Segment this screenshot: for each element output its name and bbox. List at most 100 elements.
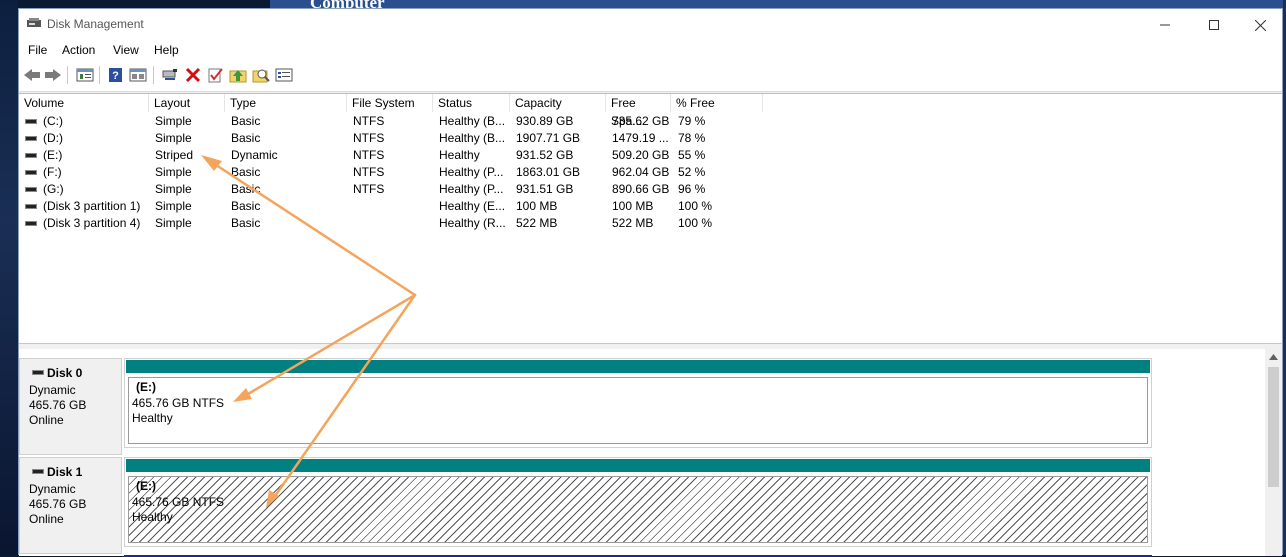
table-cell: Basic: [231, 114, 261, 128]
table-row[interactable]: (D:) Simple Basic NTFS Healthy (B... 1907.71 …: [19, 130, 1282, 147]
desktop-background-left: [0, 0, 18, 555]
table-cell: 890.66 GB: [612, 182, 670, 196]
column-header-percent-free[interactable]: % Free: [671, 94, 763, 112]
disk-0-partition-e[interactable]: (E:) 465.76 GB NTFS Healthy: [128, 377, 1148, 444]
disk-0-state: Online: [29, 413, 64, 427]
scrollbar-thumb[interactable]: [1268, 367, 1279, 487]
table-cell: (C:): [43, 114, 63, 128]
disk-management-window: Disk Management File Action View Help ? …: [18, 8, 1283, 557]
toolbar-separator: [67, 66, 68, 84]
table-cell: Healthy (B...: [439, 131, 506, 145]
volume-list-pane: Volume Layout Type File System Status Ca…: [19, 93, 1282, 344]
table-cell: Healthy (B...: [439, 114, 506, 128]
help-icon[interactable]: ?: [107, 67, 125, 83]
table-cell: 100 %: [678, 199, 713, 213]
table-cell: (G:): [43, 182, 64, 196]
table-cell: (D:): [43, 131, 63, 145]
disk-0-label[interactable]: Disk 0 Dynamic 465.76 GB Online: [19, 358, 122, 455]
table-cell: Healthy: [439, 148, 480, 162]
partition-status: Healthy: [132, 411, 173, 425]
table-cell: Simple: [155, 216, 192, 230]
table-cell: Striped: [155, 148, 194, 162]
table-row[interactable]: (Disk 3 partition 4) Simple Basic Healthy (…: [19, 215, 1282, 232]
properties-icon[interactable]: [129, 67, 147, 83]
table-row[interactable]: (F:) Simple Basic NTFS Healthy (P... 1863.01 …: [19, 164, 1282, 181]
scroll-up-arrow-icon[interactable]: [1268, 353, 1279, 361]
table-cell: Simple: [155, 199, 192, 213]
volume-icon: [25, 136, 37, 141]
menu-help[interactable]: Help: [154, 43, 179, 57]
table-cell: 1479.19 ...: [612, 131, 669, 145]
table-cell: 522 MB: [516, 216, 558, 230]
table-cell: Healthy (P...: [439, 182, 504, 196]
up-folder-icon[interactable]: [229, 67, 247, 83]
disk-0-size: 465.76 GB: [29, 398, 87, 412]
disk-1-type: Dynamic: [29, 482, 76, 496]
menu-view[interactable]: View: [113, 43, 139, 57]
forward-icon[interactable]: [44, 67, 62, 83]
disk-0-name: Disk 0: [47, 366, 83, 380]
table-cell: Dynamic: [231, 148, 278, 162]
disk-pane-scrollbar[interactable]: [1265, 349, 1282, 556]
table-cell: 931.51 GB: [516, 182, 574, 196]
table-row[interactable]: (E:) Striped Dynamic NTFS Healthy 931.52 GB 50…: [19, 147, 1282, 164]
table-cell: [353, 198, 435, 215]
table-row[interactable]: (Disk 3 partition 1) Simple Basic Healthy (…: [19, 198, 1282, 215]
table-cell: 52 %: [678, 165, 706, 179]
close-icon: [1254, 19, 1266, 32]
volume-icon: [25, 221, 37, 226]
column-header-file-system[interactable]: File System: [347, 94, 433, 112]
disk-icon: [32, 469, 44, 474]
close-button[interactable]: [1237, 9, 1283, 40]
menu-file[interactable]: File: [28, 43, 47, 57]
table-cell: Healthy (E...: [439, 199, 506, 213]
table-cell: 931.52 GB: [516, 148, 574, 162]
column-header-status[interactable]: Status: [433, 94, 510, 112]
table-cell: Basic: [231, 131, 261, 145]
volume-icon: [25, 187, 37, 192]
table-cell: 100 MB: [516, 199, 558, 213]
column-header-capacity[interactable]: Capacity: [510, 94, 606, 112]
volume-icon: [25, 119, 37, 124]
minimize-button[interactable]: [1142, 9, 1188, 40]
disk-graphical-pane: Disk 0 Dynamic 465.76 GB Online (E:) 465…: [19, 349, 1282, 557]
table-cell: 1907.71 GB: [516, 131, 581, 145]
column-header-free-space[interactable]: Free Spa...: [606, 94, 671, 128]
back-icon[interactable]: [23, 67, 41, 83]
delete-icon[interactable]: [184, 67, 202, 83]
minimize-icon: [1160, 24, 1170, 26]
table-cell: NTFS: [353, 148, 385, 162]
disk-1-label[interactable]: Disk 1 Dynamic 465.76 GB Online: [19, 457, 122, 554]
disk-1-size: 465.76 GB: [29, 497, 87, 511]
column-header-volume[interactable]: Volume: [19, 94, 149, 112]
table-cell: Simple: [155, 165, 192, 179]
menu-action[interactable]: Action: [62, 43, 95, 57]
column-header-layout[interactable]: Layout: [149, 94, 225, 112]
maximize-button[interactable]: [1191, 9, 1237, 40]
disk-0-type: Dynamic: [29, 383, 76, 397]
table-cell: Basic: [231, 165, 261, 179]
table-cell: 1863.01 GB: [516, 165, 581, 179]
table-cell: [353, 215, 435, 232]
disk-management-app-icon: [27, 18, 41, 27]
toolbar-separator: [99, 66, 100, 84]
title-bar[interactable]: Disk Management: [19, 9, 1282, 40]
window-title: Disk Management: [47, 17, 144, 31]
list-view-icon[interactable]: [275, 67, 293, 83]
partition-info: 465.76 GB NTFS: [132, 495, 225, 509]
table-cell: 962.04 GB: [612, 165, 670, 179]
table-row[interactable]: (C:) Simple Basic NTFS Healthy (B... 930.89 G…: [19, 113, 1282, 130]
show-hide-console-tree-icon[interactable]: [76, 67, 94, 83]
check-icon[interactable]: [207, 67, 225, 83]
disk-1-partition-e[interactable]: (E:) 465.76 GB NTFS Healthy: [128, 476, 1148, 543]
table-row[interactable]: (G:) Simple Basic NTFS Healthy (P... 931.51 G…: [19, 181, 1282, 198]
table-cell: 96 %: [678, 182, 706, 196]
table-cell: Healthy (R...: [439, 216, 506, 230]
table-cell: NTFS: [353, 114, 385, 128]
table-cell: (E:): [43, 148, 63, 162]
disk-1-partition-area: (E:) 465.76 GB NTFS Healthy: [124, 457, 1152, 547]
search-icon[interactable]: [252, 67, 270, 83]
connect-icon[interactable]: [161, 67, 179, 83]
table-cell: 79 %: [678, 114, 706, 128]
column-header-type[interactable]: Type: [225, 94, 347, 112]
